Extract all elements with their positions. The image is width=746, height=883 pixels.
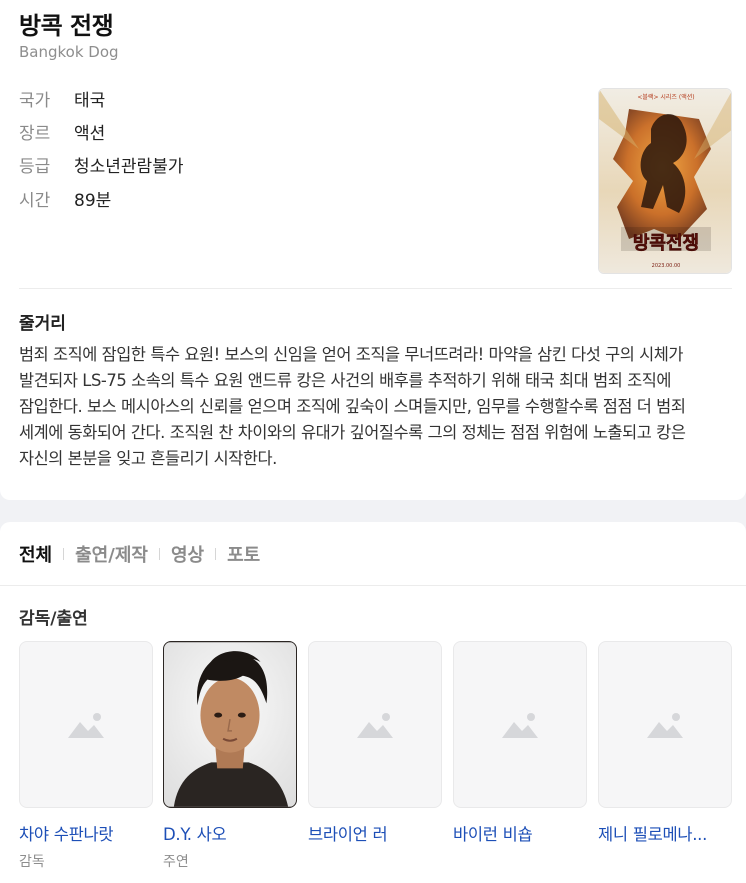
info-row-country: 국가 태국 <box>19 86 105 111</box>
tab-separator <box>158 548 160 560</box>
image-placeholder-icon <box>68 712 104 738</box>
tab-photos[interactable]: 포토 <box>227 541 260 567</box>
person-role: 감독 <box>19 854 45 870</box>
movie-poster[interactable]: <블랙> 시리즈 (액션) 방콕전쟁 2023.00.00 <box>598 88 732 274</box>
person-photo[interactable] <box>163 641 297 808</box>
info-label: 시간 <box>19 191 51 211</box>
synopsis-text: 범죄 조직에 잠입한 특수 요원! 보스의 신임을 얻어 조직을 무너뜨려라! … <box>19 345 686 468</box>
movie-original-title: Bangkok Dog <box>19 43 119 61</box>
movie-info-card: 방콕 전쟁 Bangkok Dog 국가 태국 장르 액션 등급 청소년관람불가… <box>0 0 746 500</box>
person-role: 주연 <box>163 854 189 870</box>
person-portrait <box>164 642 296 807</box>
person-card[interactable]: D.Y. 사오 주연 <box>163 641 297 871</box>
person-card[interactable]: 브라이언 러 <box>308 641 442 851</box>
person-photo[interactable] <box>453 641 587 808</box>
movie-title: 방콕 전쟁 <box>19 12 114 40</box>
person-photo[interactable] <box>598 641 732 808</box>
person-photo[interactable] <box>19 641 153 808</box>
divider <box>0 585 746 586</box>
image-placeholder-icon <box>502 712 538 738</box>
person-photo[interactable] <box>308 641 442 808</box>
info-row-rating: 등급 청소년관람불가 <box>19 152 183 177</box>
cast-section-heading: 감독/출연 <box>19 609 88 629</box>
person-name[interactable]: 바이런 비숍 <box>453 821 587 845</box>
image-placeholder-icon <box>647 712 683 738</box>
poster-date-text: 2023.00.00 <box>652 263 681 269</box>
info-row-genre: 장르 액션 <box>19 119 105 144</box>
image-placeholder-icon <box>357 712 393 738</box>
info-value: 청소년관람불가 <box>74 157 184 177</box>
info-row-runtime: 시간 89분 <box>19 186 111 211</box>
tab-videos[interactable]: 영상 <box>171 541 204 567</box>
person-name[interactable]: D.Y. 사오 <box>163 821 297 845</box>
tab-all[interactable]: 전체 <box>19 541 52 567</box>
person-card[interactable]: 바이런 비숍 <box>453 641 587 851</box>
info-value: 89분 <box>74 191 112 211</box>
person-name[interactable]: 브라이언 러 <box>308 821 442 845</box>
poster-artwork: <블랙> 시리즈 (액션) 방콕전쟁 2023.00.00 <box>599 89 731 273</box>
tab-cast-crew[interactable]: 출연/제작 <box>75 541 148 567</box>
info-value: 액션 <box>74 124 106 144</box>
person-name[interactable]: 차야 수판나랏 <box>19 821 153 845</box>
info-label: 국가 <box>19 91 51 111</box>
info-label: 장르 <box>19 124 51 144</box>
tab-separator <box>215 548 217 560</box>
poster-top-caption: <블랙> 시리즈 (액션) <box>637 93 694 101</box>
tab-bar: 전체 출연/제작 영상 포토 <box>19 541 260 567</box>
person-card[interactable]: 제니 필로메나... <box>598 641 732 851</box>
person-name[interactable]: 제니 필로메나... <box>598 821 732 845</box>
tab-separator <box>63 548 65 560</box>
person-card[interactable]: 차야 수판나랏 감독 <box>19 641 153 871</box>
synopsis-heading: 줄거리 <box>19 314 66 334</box>
divider <box>19 288 732 289</box>
poster-title-text: 방콕전쟁 <box>633 233 699 254</box>
info-label: 등급 <box>19 157 51 177</box>
info-value: 태국 <box>74 91 106 111</box>
